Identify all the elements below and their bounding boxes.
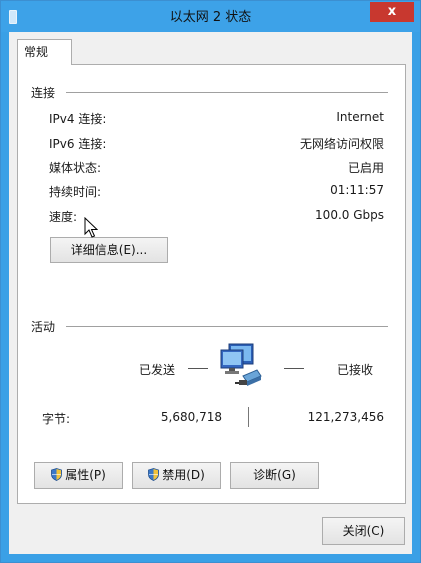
properties-button[interactable]: 属性(P) <box>34 462 123 489</box>
status-window: 以太网 2 状态 x 常规 连接 IPv4 连接: Internet IPv6 … <box>0 0 421 563</box>
received-label: 已接收 <box>337 363 374 377</box>
diagnose-button[interactable]: 诊断(G) <box>230 462 319 489</box>
bytes-sent-value: 5,680,718 <box>160 410 222 424</box>
media-state-value: 已启用 <box>347 161 384 175</box>
network-computer-icon <box>217 342 265 394</box>
ipv6-label: IPv6 连接: <box>49 137 107 151</box>
disable-button[interactable]: 禁用(D) <box>132 462 221 489</box>
details-button[interactable]: 详细信息(E)... <box>50 237 168 263</box>
general-panel: 连接 IPv4 连接: Internet IPv6 连接: 无网络访问权限 媒体… <box>17 64 406 504</box>
speed-label: 速度: <box>49 210 78 224</box>
bytes-separator <box>248 407 249 427</box>
uac-shield-icon <box>148 468 160 481</box>
uac-shield-icon <box>51 468 63 481</box>
duration-value: 01:11:57 <box>330 183 384 197</box>
disable-button-label: 禁用(D) <box>162 468 205 482</box>
properties-button-label: 属性(P) <box>65 468 106 482</box>
window-title: 以太网 2 状态 <box>169 10 252 25</box>
close-window-button[interactable]: x <box>370 2 414 22</box>
received-dash <box>284 368 304 369</box>
sent-dash <box>188 368 208 369</box>
bytes-received-value: 121,273,456 <box>307 410 384 424</box>
ipv6-value: 无网络访问权限 <box>299 137 384 151</box>
mouse-pointer-icon <box>84 217 98 238</box>
ipv4-value: Internet <box>336 110 384 124</box>
connection-divider <box>66 92 388 93</box>
activity-divider <box>66 326 388 327</box>
close-button[interactable]: 关闭(C) <box>322 517 405 545</box>
title-bar[interactable]: 以太网 2 状态 x <box>1 1 420 32</box>
duration-label: 持续时间: <box>49 185 102 199</box>
ipv4-label: IPv4 连接: <box>49 112 107 126</box>
tab-general[interactable]: 常规 <box>17 39 72 65</box>
speed-value: 100.0 Gbps <box>315 208 384 222</box>
activity-section-title: 活动 <box>31 320 56 334</box>
connection-section-title: 连接 <box>31 86 56 100</box>
media-state-label: 媒体状态: <box>49 161 102 175</box>
dialog-client: 常规 连接 IPv4 连接: Internet IPv6 连接: 无网络访问权限… <box>9 32 412 554</box>
sent-label: 已发送 <box>139 363 176 377</box>
bytes-label: 字节: <box>42 412 71 426</box>
